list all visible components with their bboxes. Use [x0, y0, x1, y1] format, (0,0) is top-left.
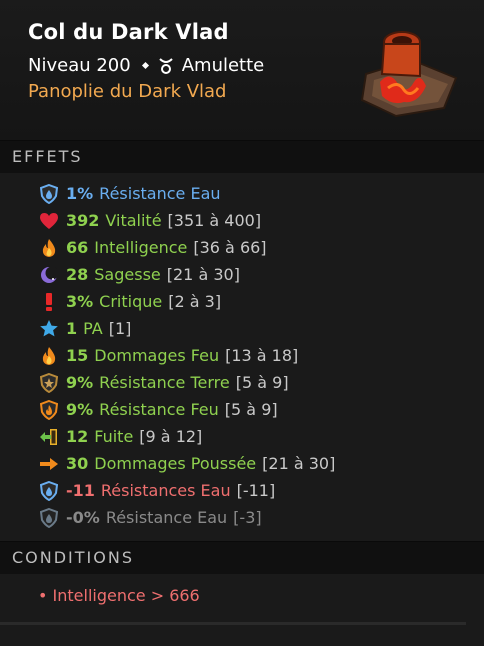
effect-value: -0% — [66, 508, 100, 527]
item-subline: Niveau 200 Amulette — [28, 55, 264, 76]
conditions-list: • Intelligence > 666 — [0, 574, 484, 646]
effect-row: 28 Sagesse [21 à 30] — [38, 261, 484, 288]
escape-icon — [38, 427, 60, 447]
effect-row: 30 Dommages Poussée [21 à 30] — [38, 450, 484, 477]
effect-value: -11 — [66, 481, 95, 500]
exclamation-icon — [38, 292, 60, 312]
fire-icon — [38, 346, 60, 366]
effect-row: -11 Résistances Eau [-11] — [38, 477, 484, 504]
water-shield-icon — [38, 507, 60, 528]
effect-label: Vitalité — [105, 211, 162, 230]
effect-range: [5 à 9] — [224, 400, 278, 419]
effect-row: -0% Résistance Eau [-3] — [38, 504, 484, 531]
effect-range: [36 à 66] — [193, 238, 267, 257]
effect-value: 30 — [66, 454, 89, 473]
effect-label: Dommages Poussée — [94, 454, 257, 473]
effect-label: Résistance Eau — [99, 184, 221, 203]
item-set-link[interactable]: Panoplie du Dark Vlad — [28, 81, 226, 102]
effect-range: [2 à 3] — [168, 292, 222, 311]
effect-value: 392 — [66, 211, 100, 230]
effects-list: 1% Résistance Eau 392 Vitalité [351 à 40… — [0, 173, 484, 541]
effect-row: 392 Vitalité [351 à 400] — [38, 207, 484, 234]
separator-dot — [141, 61, 149, 70]
effect-range: [21 à 30] — [166, 265, 240, 284]
effect-label: PA — [83, 319, 103, 338]
effect-row: 66 Intelligence [36 à 66] — [38, 234, 484, 261]
star-icon — [38, 319, 60, 339]
effect-range: [1] — [108, 319, 132, 338]
effects-section-header: EFFETS — [0, 140, 484, 173]
effect-label: Fuite — [94, 427, 134, 446]
earth-shield-icon — [38, 372, 60, 393]
effect-range: [-3] — [233, 508, 262, 527]
water-shield-icon — [38, 480, 60, 501]
effect-row: 12 Fuite [9 à 12] — [38, 423, 484, 450]
effect-row: 15 Dommages Feu [13 à 18] — [38, 342, 484, 369]
conditions-section-header: CONDITIONS — [0, 541, 484, 574]
effect-value: 9% — [66, 373, 94, 392]
effect-label: Intelligence — [94, 238, 188, 257]
effect-value: 12 — [66, 427, 89, 446]
effect-value: 28 — [66, 265, 89, 284]
amulet-type-icon — [158, 57, 174, 75]
effect-range: [-11] — [236, 481, 276, 500]
effect-value: 9% — [66, 400, 94, 419]
effect-row: 3% Critique [2 à 3] — [38, 288, 484, 315]
effect-value: 1 — [66, 319, 78, 338]
effect-label: Sagesse — [94, 265, 161, 284]
item-tooltip: Col du Dark Vlad Niveau 200 Amulette Pan… — [0, 0, 484, 646]
effect-label: Dommages Feu — [94, 346, 220, 365]
effect-label: Résistances Eau — [100, 481, 231, 500]
effect-range: [351 à 400] — [167, 211, 262, 230]
effect-row: 1 PA [1] — [38, 315, 484, 342]
effect-range: [13 à 18] — [225, 346, 299, 365]
effect-row: 1% Résistance Eau — [38, 180, 484, 207]
effect-label: Critique — [99, 292, 163, 311]
water-shield-icon — [38, 183, 60, 204]
effect-value: 3% — [66, 292, 94, 311]
effect-range: [9 à 12] — [139, 427, 203, 446]
effect-range: [21 à 30] — [262, 454, 336, 473]
item-header: Col du Dark Vlad Niveau 200 Amulette Pan… — [0, 0, 484, 140]
arrow-right-icon — [38, 454, 60, 474]
amulet-item-image — [360, 31, 458, 118]
fire-shield-icon — [38, 399, 60, 420]
effect-value: 1% — [66, 184, 94, 203]
heart-icon — [38, 211, 60, 231]
effect-value: 15 — [66, 346, 89, 365]
effect-row: 9% Résistance Feu [5 à 9] — [38, 396, 484, 423]
item-type: Amulette — [181, 55, 265, 76]
effect-label: Résistance Feu — [99, 400, 219, 419]
effect-label: Résistance Terre — [99, 373, 230, 392]
item-level: Niveau 200 — [28, 55, 131, 76]
effect-row: 9% Résistance Terre [5 à 9] — [38, 369, 484, 396]
item-name: Col du Dark Vlad — [28, 20, 229, 44]
fire-icon — [38, 238, 60, 258]
effect-label: Résistance Eau — [105, 508, 228, 527]
moon-icon — [38, 265, 60, 285]
condition-item: • Intelligence > 666 — [38, 586, 200, 605]
effect-value: 66 — [66, 238, 89, 257]
effect-range: [5 à 9] — [235, 373, 289, 392]
